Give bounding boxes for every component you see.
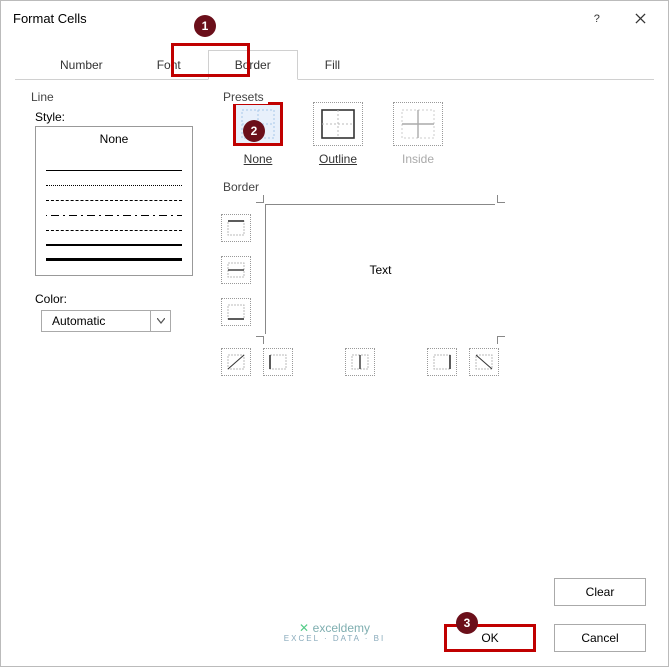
logo-text: exceldemy <box>313 621 370 635</box>
tab-fill[interactable]: Fill <box>298 50 367 80</box>
line-style-option[interactable] <box>46 201 182 216</box>
preset-none-label: None <box>244 152 273 166</box>
line-style-option[interactable] <box>46 246 182 261</box>
preset-outline-icon <box>313 102 363 146</box>
corner-icon <box>497 336 505 344</box>
line-style-option[interactable] <box>46 186 182 201</box>
chevron-down-icon <box>150 311 170 331</box>
line-style-option[interactable] <box>46 171 182 186</box>
border-bottom-button[interactable] <box>221 298 251 326</box>
line-style-option[interactable] <box>46 156 182 171</box>
tab-number[interactable]: Number <box>33 50 130 80</box>
help-button[interactable]: ? <box>574 3 618 33</box>
line-group: Line Style: None Color: Automatic <box>19 92 201 386</box>
border-middle-v-button[interactable] <box>345 348 375 376</box>
color-combo[interactable]: Automatic <box>41 310 171 332</box>
preset-outline[interactable]: Outline <box>313 102 363 166</box>
preview-text: Text <box>369 263 391 277</box>
format-cells-dialog: Format Cells ? Number Font Border Fill L… <box>0 0 669 667</box>
presets-group-label: Presets <box>219 90 268 104</box>
line-style-list[interactable]: None <box>35 126 193 276</box>
border-group-label: Border <box>219 180 263 194</box>
preset-inside[interactable]: Inside <box>393 102 443 166</box>
color-label: Color: <box>35 292 191 306</box>
svg-text:?: ? <box>593 13 599 24</box>
tab-strip: Number Font Border Fill <box>15 35 654 80</box>
right-column: Presets None Outline <box>211 92 650 386</box>
border-left-button[interactable] <box>263 348 293 376</box>
line-group-label: Line <box>27 90 58 104</box>
logo-tagline: EXCEL · DATA · BI <box>284 635 385 644</box>
titlebar: Format Cells ? <box>1 1 668 35</box>
close-button[interactable] <box>618 3 662 33</box>
preset-outline-label: Outline <box>319 152 357 166</box>
preset-inside-icon <box>393 102 443 146</box>
tab-font[interactable]: Font <box>130 50 208 80</box>
border-right-button[interactable] <box>427 348 457 376</box>
corner-icon <box>497 195 505 203</box>
tab-border[interactable]: Border <box>208 50 298 80</box>
line-style-none[interactable]: None <box>36 127 192 156</box>
border-diag-up-button[interactable] <box>221 348 251 376</box>
exceldemy-logo: ✕ exceldemy EXCEL · DATA · BI <box>284 621 385 644</box>
annotation-3: 3 <box>456 612 478 634</box>
border-middle-h-button[interactable] <box>221 256 251 284</box>
line-style-option[interactable] <box>46 216 182 231</box>
corner-icon <box>256 336 264 344</box>
dialog-title: Format Cells <box>13 11 574 26</box>
annotation-2: 2 <box>243 120 265 142</box>
presets-group: Presets None Outline <box>211 92 650 182</box>
corner-icon <box>256 195 264 203</box>
annotation-1: 1 <box>194 15 216 37</box>
clear-button[interactable]: Clear <box>554 578 646 606</box>
border-preview[interactable]: Text <box>265 204 495 334</box>
preset-inside-label: Inside <box>402 152 434 166</box>
dialog-body: Line Style: None Color: Automatic <box>1 80 668 398</box>
color-value: Automatic <box>52 314 105 328</box>
line-style-option[interactable] <box>46 231 182 246</box>
border-diag-down-button[interactable] <box>469 348 499 376</box>
cancel-button[interactable]: Cancel <box>554 624 646 652</box>
style-label: Style: <box>35 110 191 124</box>
border-group: Border Text <box>211 182 650 386</box>
border-top-button[interactable] <box>221 214 251 242</box>
